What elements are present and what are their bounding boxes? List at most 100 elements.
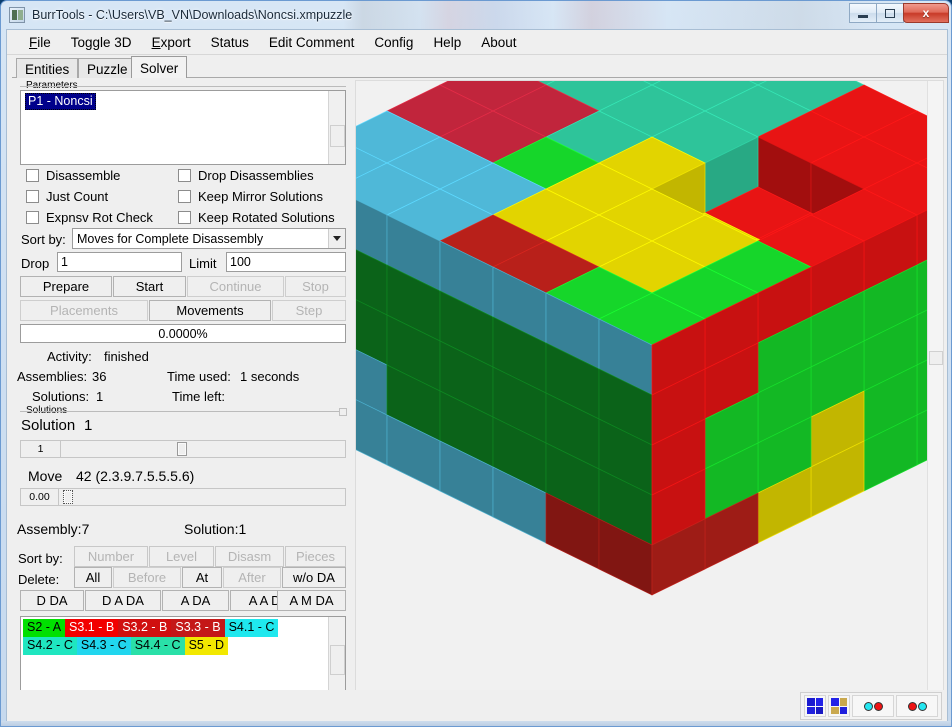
checkbox-label: Drop Disassemblies <box>198 168 314 183</box>
piece-label-s44-c[interactable]: S4.4 - C <box>130 637 185 655</box>
a-da-button[interactable]: A DA <box>162 590 229 611</box>
solver-panel: Parameters P1 - Noncsi Disassemble Drop … <box>12 78 352 723</box>
limit-label: Limit <box>189 256 217 271</box>
move-slider[interactable]: 0.00 <box>20 488 346 506</box>
a-m-da-button[interactable]: A M DA <box>277 590 346 611</box>
checkbox-disassemble[interactable]: Disassemble <box>26 168 120 183</box>
solutions-group-rule <box>20 411 346 415</box>
piece-label-s32-b[interactable]: S3.2 - B <box>118 619 172 637</box>
menu-status[interactable]: Status <box>201 33 259 52</box>
d-da-button[interactable]: D DA <box>20 590 84 611</box>
marker-toggle-1-icon[interactable] <box>852 695 894 717</box>
chevron-down-icon[interactable] <box>328 229 345 248</box>
piece-label-s43-c[interactable]: S4.3 - C <box>76 637 131 655</box>
parameter-list-scrollbar[interactable] <box>328 91 345 164</box>
window-controls: x <box>849 3 949 23</box>
piece-label-s5-d[interactable]: S5 - D <box>184 637 229 655</box>
client-area: File Toggle 3D Export Status Edit Commen… <box>6 29 948 723</box>
maximize-button[interactable] <box>876 3 904 23</box>
assemblies-label: Assemblies: <box>17 369 88 384</box>
list-item[interactable]: P1 - Noncsi <box>25 93 96 110</box>
menu-file[interactable]: File <box>19 33 61 52</box>
sort-number-button: Number <box>74 546 148 567</box>
parameter-list[interactable]: P1 - Noncsi <box>20 90 346 165</box>
sort-disasm-button: Disasm <box>215 546 284 567</box>
delete-at-button[interactable]: At <box>182 567 222 588</box>
tab-solver[interactable]: Solver <box>131 56 188 78</box>
window-title: BurrTools - C:\Users\VB_VN\Downloads\Non… <box>32 8 353 22</box>
checkbox-icon[interactable] <box>26 190 39 203</box>
checkbox-icon[interactable] <box>178 169 191 182</box>
scrollbar-thumb[interactable] <box>330 125 345 147</box>
piece-label-s42-c[interactable]: S4.2 - C <box>23 637 77 655</box>
solutions-resize-handle[interactable] <box>339 408 347 416</box>
piece-label-s33-b[interactable]: S3.3 - B <box>171 619 225 637</box>
drop-label: Drop <box>21 256 50 271</box>
progress-bar: 0.0000% <box>20 324 346 343</box>
placements-button: Placements <box>20 300 148 321</box>
view3d-scrollbar[interactable] <box>927 81 943 716</box>
movements-button[interactable]: Movements <box>149 300 271 321</box>
activity-label: Activity: <box>47 349 92 364</box>
limit-input[interactable]: 100 <box>226 252 346 272</box>
solution-index-label: Solution:1 <box>184 521 247 537</box>
minimize-button[interactable] <box>849 3 877 23</box>
marker-toggle-2-icon[interactable] <box>896 695 938 717</box>
checkbox-drop-disassemblies[interactable]: Drop Disassemblies <box>178 168 314 183</box>
d-a-da-button[interactable]: D A DA <box>85 590 161 611</box>
checkbox-icon[interactable] <box>26 211 39 224</box>
tab-entities[interactable]: Entities <box>16 58 79 78</box>
sort-by-select[interactable]: Moves for Complete Disassembly <box>72 228 346 249</box>
solutions-label: Solutions: <box>32 389 90 404</box>
checkbox-icon[interactable] <box>178 190 191 203</box>
sort-level-button: Level <box>149 546 214 567</box>
puzzle-3d-canvas[interactable] <box>356 81 944 717</box>
delete-all-button[interactable]: All <box>74 567 112 588</box>
move-label: Move <box>28 468 63 484</box>
drop-input[interactable]: 1 <box>57 252 182 272</box>
menu-help[interactable]: Help <box>423 33 471 52</box>
continue-button: Continue <box>187 276 284 297</box>
quad-glyph <box>831 698 847 714</box>
tab-puzzle[interactable]: Puzzle <box>78 58 137 78</box>
piece-label-s31-b[interactable]: S3.1 - B <box>65 619 119 637</box>
move-slider-value: 0.00 <box>21 489 59 505</box>
solution-heading-value: 1 <box>84 417 93 434</box>
scrollbar-thumb[interactable] <box>330 645 345 675</box>
menu-config[interactable]: Config <box>364 33 423 52</box>
solutions-value: 1 <box>96 389 104 404</box>
checkbox-just-count[interactable]: Just Count <box>26 189 108 204</box>
scrollbar-thumb[interactable] <box>929 351 943 365</box>
piece-label-s2-a[interactable]: S2 - A <box>23 619 66 637</box>
menu-about[interactable]: About <box>471 33 526 52</box>
checkbox-icon[interactable] <box>178 211 191 224</box>
step-button: Step <box>272 300 346 321</box>
checkbox-icon[interactable] <box>26 169 39 182</box>
delete-wo-da-button[interactable]: w/o DA <box>282 567 346 588</box>
solution-slider-rail[interactable] <box>62 441 345 457</box>
view-mode-normal-icon[interactable] <box>804 695 826 717</box>
checkbox-label: Keep Mirror Solutions <box>198 189 323 204</box>
puzzle-3d-view[interactable] <box>355 80 944 717</box>
dots-glyph <box>907 701 927 711</box>
prepare-button[interactable]: Prepare <box>20 276 112 297</box>
checkbox-expnsv-rot-check[interactable]: Expnsv Rot Check <box>26 210 153 225</box>
menu-toggle-3d[interactable]: Toggle 3D <box>61 33 142 52</box>
move-slider-thumb[interactable] <box>63 490 73 504</box>
solution-slider-value: 1 <box>21 441 61 457</box>
checkbox-keep-rotated-solutions[interactable]: Keep Rotated Solutions <box>178 210 335 225</box>
close-button[interactable]: x <box>903 3 949 23</box>
checkbox-keep-mirror-solutions[interactable]: Keep Mirror Solutions <box>178 189 323 204</box>
piece-label-s41-c[interactable]: S4.1 - C <box>224 619 279 637</box>
move-slider-rail[interactable] <box>60 489 345 505</box>
assemblies-value: 36 <box>92 369 107 384</box>
solution-slider[interactable]: 1 <box>20 440 346 458</box>
menu-edit-comment[interactable]: Edit Comment <box>259 33 365 52</box>
checkbox-label: Disassemble <box>46 168 121 183</box>
view-mode-shadow-icon[interactable] <box>828 695 850 717</box>
dots-glyph <box>863 701 883 711</box>
start-button[interactable]: Start <box>113 276 186 297</box>
menu-export[interactable]: Export <box>142 33 201 52</box>
solution-slider-thumb[interactable] <box>177 442 187 456</box>
minimize-icon <box>858 14 868 18</box>
